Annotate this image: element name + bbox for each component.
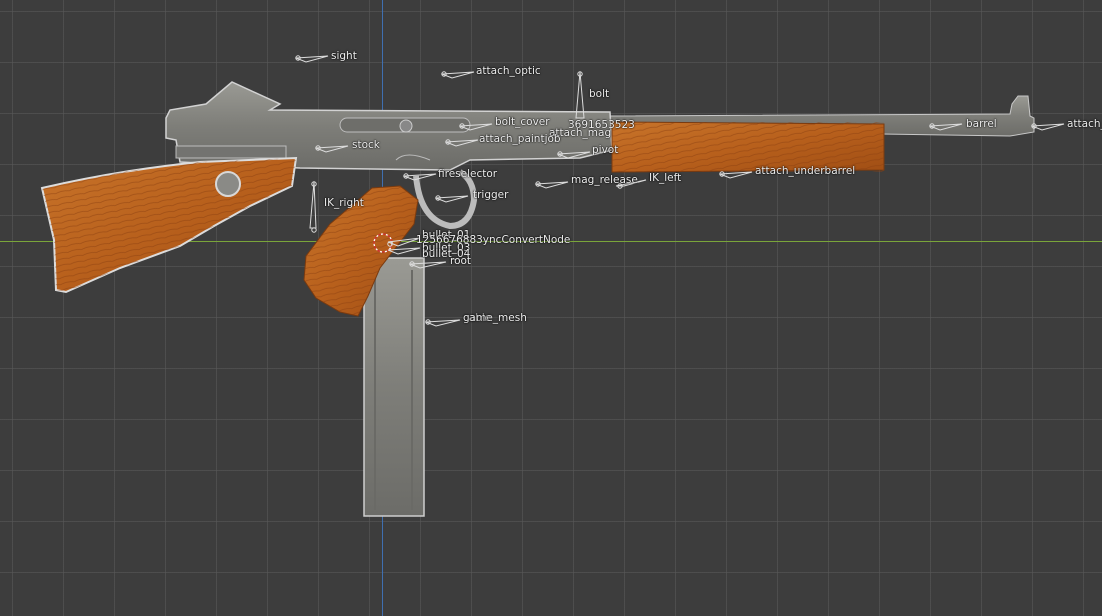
- bone-root[interactable]: root: [450, 255, 471, 267]
- 3d-viewport[interactable]: sight attach_optic bolt bolt_cover 36916…: [0, 0, 1102, 616]
- bone-attach-underbarrel[interactable]: attach_underbarrel: [755, 165, 855, 177]
- bone-mag-release[interactable]: mag_release: [571, 174, 638, 186]
- magazine: [363, 257, 425, 517]
- stock-part: [40, 156, 298, 294]
- bone-bolt-cover[interactable]: bolt_cover: [495, 116, 550, 128]
- weapon-model[interactable]: [0, 0, 1102, 616]
- bone-attach-muzzle[interactable]: attach_: [1067, 118, 1102, 130]
- bone-pivot[interactable]: pivot: [592, 144, 618, 156]
- bone-trigger[interactable]: trigger: [473, 189, 508, 201]
- bone-ik-right[interactable]: IK_right: [324, 197, 364, 209]
- bone-stock[interactable]: stock: [352, 139, 380, 151]
- bone-fireselector[interactable]: fireselector: [438, 168, 497, 180]
- bone-bolt[interactable]: bolt: [589, 88, 609, 100]
- bone-cable[interactable]: cable: [463, 312, 491, 324]
- bone-ik-left[interactable]: IK_left: [649, 172, 681, 184]
- bone-sight[interactable]: sight: [331, 50, 357, 62]
- bone-attach-optic[interactable]: attach_optic: [476, 65, 541, 77]
- bone-attach-paintjob[interactable]: attach_paintjob: [479, 133, 561, 145]
- bone-barrel[interactable]: barrel: [966, 118, 997, 130]
